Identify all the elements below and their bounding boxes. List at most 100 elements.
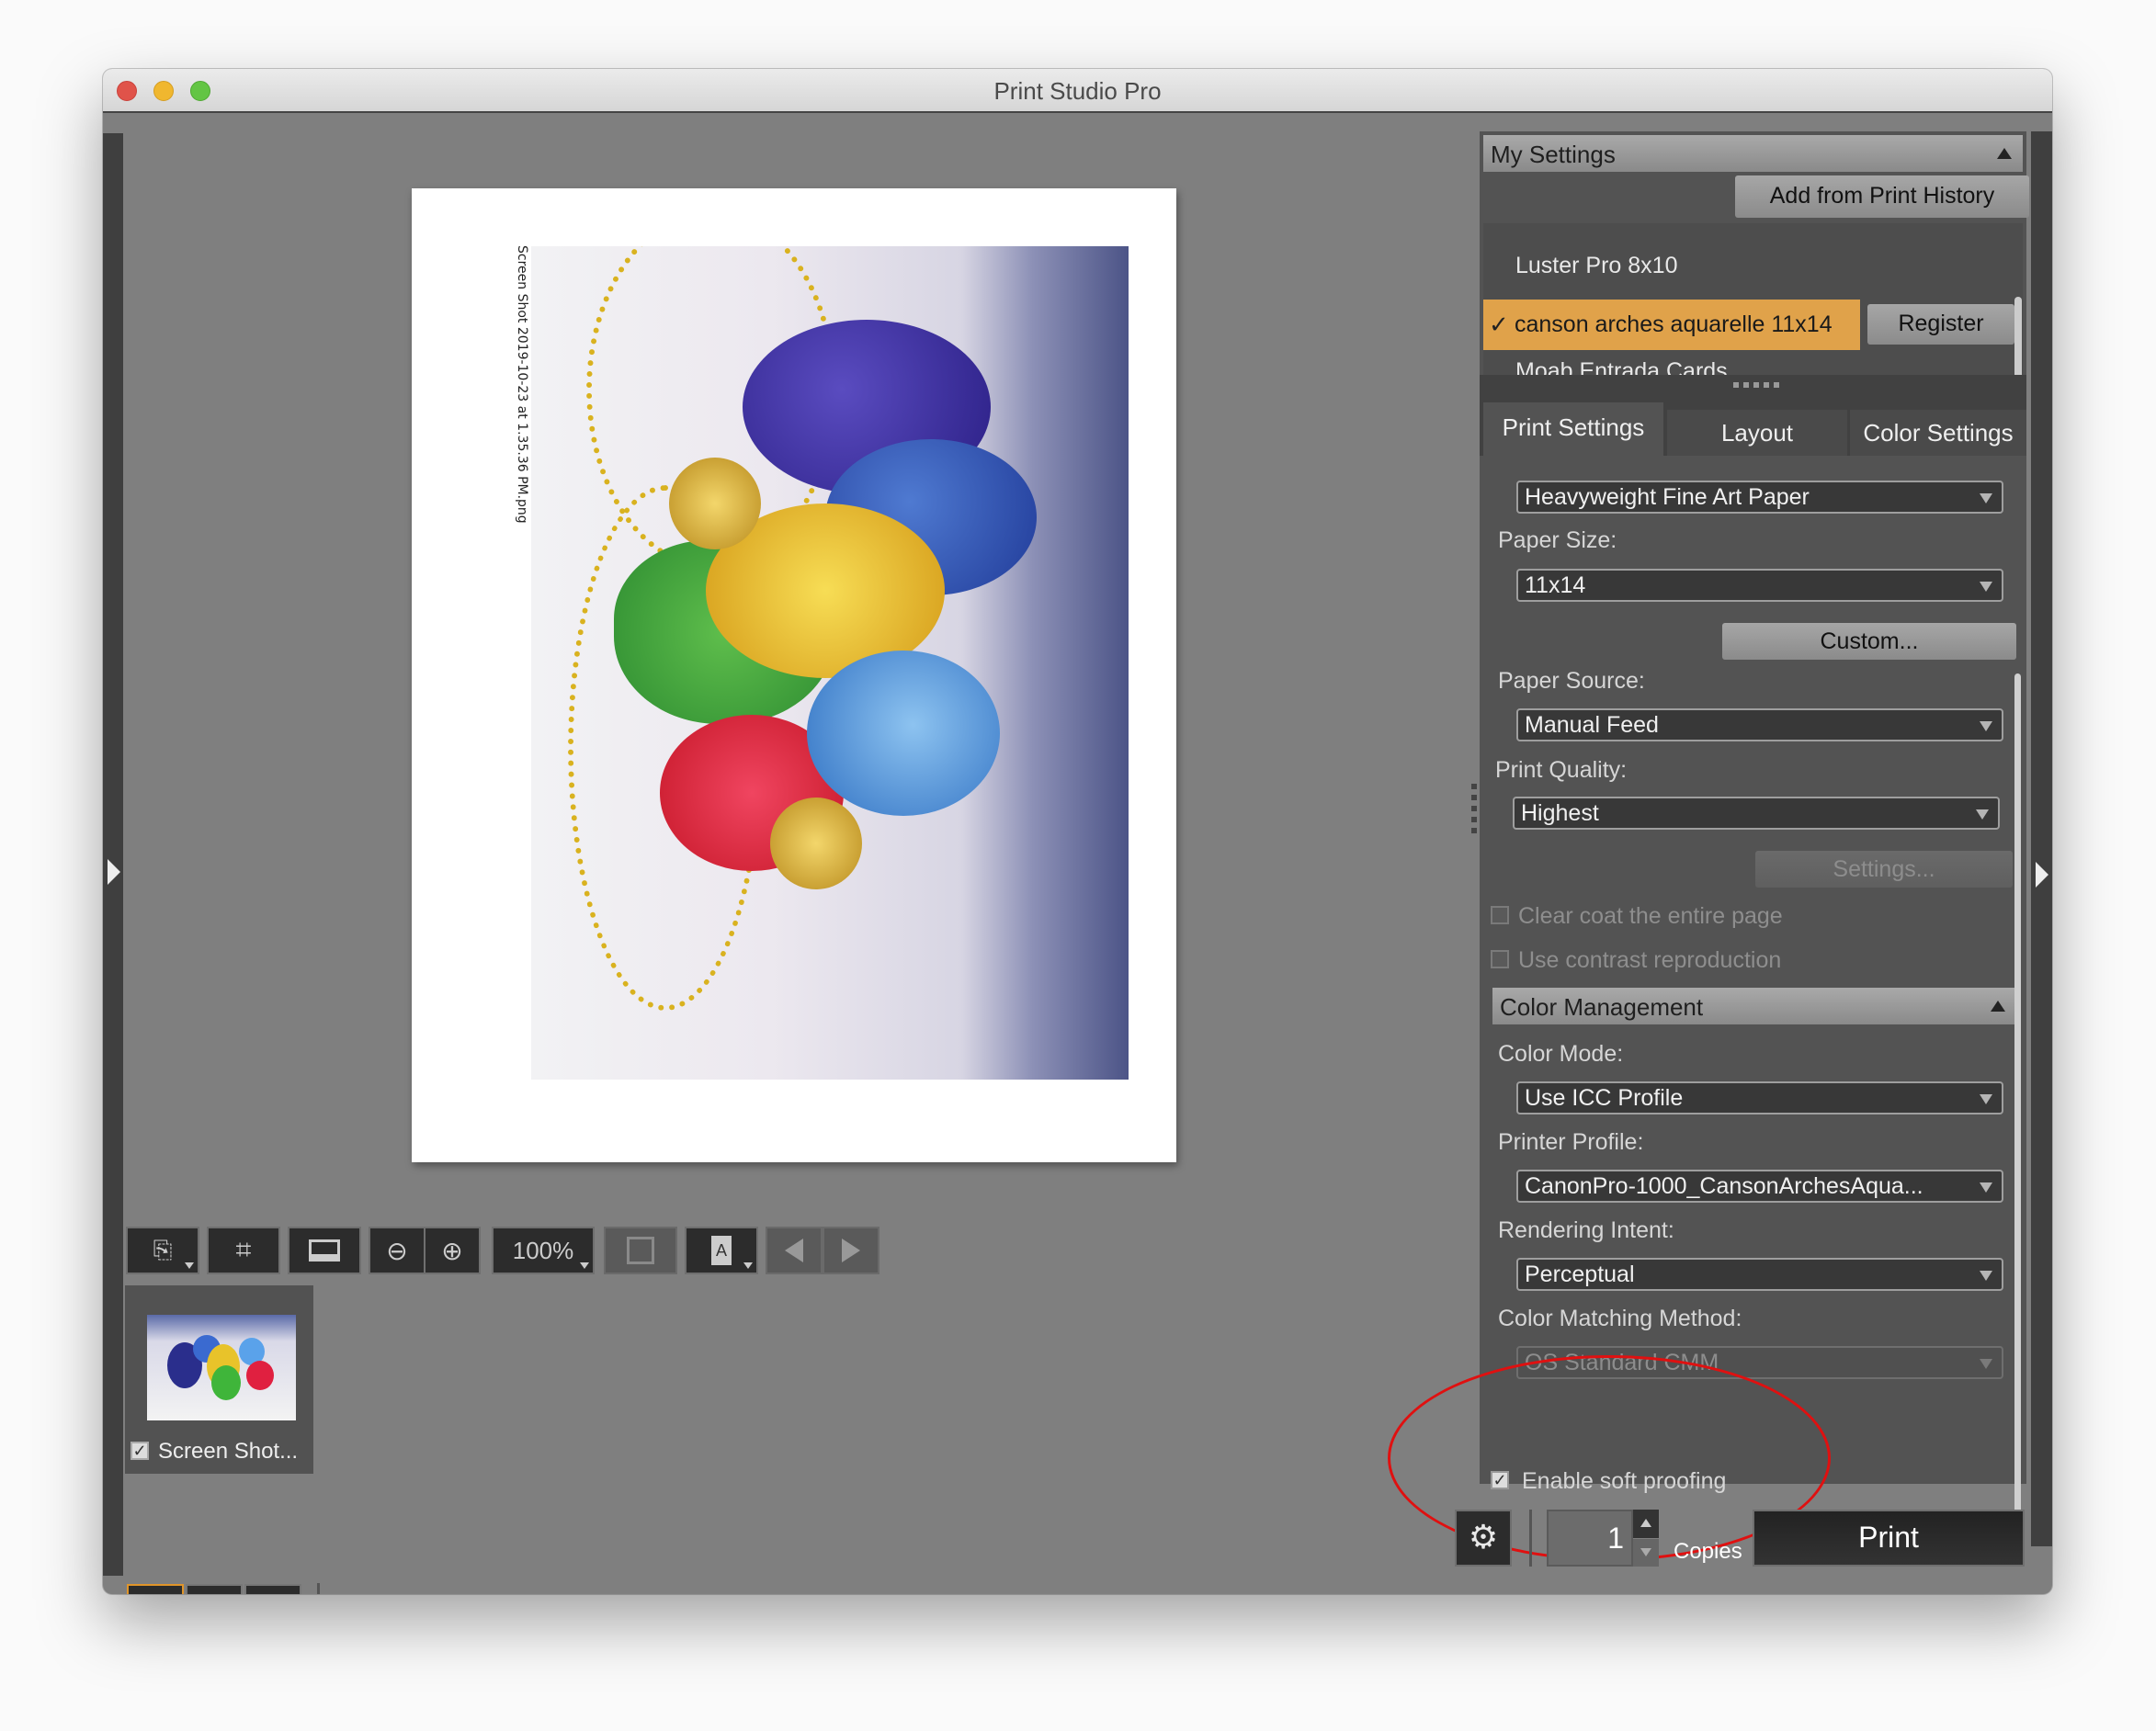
copies-decrement-button[interactable] — [1633, 1539, 1659, 1567]
rendering-intent-dropdown[interactable]: Perceptual — [1516, 1258, 2003, 1291]
color-management-title: Color Management — [1500, 993, 1704, 1021]
view-mode-bottom-button[interactable] — [127, 1584, 184, 1594]
dropdown-arrow-icon — [1980, 721, 1992, 731]
my-settings-list: Luster Pro 8x10 ✓ canson arches aquarell… — [1483, 223, 2023, 384]
printer-profile-label: Printer Profile: — [1498, 1129, 1644, 1155]
layout-settings-button[interactable] — [288, 1227, 361, 1274]
tab-color-settings[interactable]: Color Settings — [1850, 410, 2026, 456]
page-setup-button[interactable]: ⎘ — [126, 1227, 199, 1274]
printer-profile-dropdown[interactable]: CanonPro-1000_CansonArchesAqua... — [1516, 1170, 2003, 1203]
print-quality-dropdown[interactable]: Highest — [1513, 797, 2000, 830]
dropdown-arrow-icon — [1980, 1359, 1992, 1369]
color-mode-label: Color Mode: — [1498, 1041, 1624, 1067]
down-arrow-icon — [1640, 1548, 1651, 1556]
thumbnail-item[interactable]: ✓ Screen Shot... — [125, 1285, 313, 1474]
thumbnail-image — [147, 1315, 296, 1420]
fit-to-window-button[interactable] — [604, 1227, 677, 1274]
dropdown-arrow-icon — [1980, 582, 1992, 592]
settings-scrollbar[interactable] — [2014, 673, 2021, 1546]
dropdown-arrow-icon — [580, 1262, 589, 1269]
collapse-arrow-icon[interactable] — [1997, 148, 2012, 159]
list-scrollbar[interactable] — [2014, 297, 2022, 379]
dropdown-arrow-icon — [185, 1262, 194, 1269]
my-settings-title: My Settings — [1491, 141, 1616, 168]
tab-layout[interactable]: Layout — [1667, 410, 1847, 456]
dropdown-arrow-icon — [1980, 1182, 1992, 1193]
text-stamp-icon: A — [711, 1236, 732, 1265]
list-resize-handle[interactable] — [1480, 375, 2026, 402]
settings-list-item[interactable]: Luster Pro 8x10 — [1515, 253, 1678, 279]
thumbnail-label: Screen Shot... — [158, 1439, 299, 1464]
copies-input[interactable]: 1 — [1547, 1510, 1633, 1567]
zoom-level-value: 100% — [512, 1236, 574, 1264]
custom-paper-size-button[interactable]: Custom... — [1722, 623, 2016, 660]
layout-settings-icon — [309, 1239, 340, 1261]
zoom-out-button[interactable]: ⊖ — [369, 1227, 426, 1274]
tab-print-settings[interactable]: Print Settings — [1483, 402, 1663, 456]
media-type-dropdown[interactable]: Heavyweight Fine Art Paper — [1516, 481, 2003, 514]
expand-right-panel-icon[interactable] — [2036, 862, 2048, 888]
small-gold-ornament — [770, 798, 862, 889]
color-matching-method-label: Color Matching Method: — [1498, 1306, 1742, 1331]
collapse-arrow-icon[interactable] — [1991, 1001, 2005, 1012]
zoom-out-icon: ⊖ — [386, 1236, 408, 1265]
toolbar-divider — [317, 1583, 320, 1594]
page-preview[interactable]: Screen Shot 2019-10-23 at 1.35.36 PM.png — [412, 188, 1176, 1162]
dropdown-arrow-icon — [1976, 809, 1989, 820]
settings-panel: My Settings Add from Print History Luste… — [1480, 131, 2029, 1546]
register-button[interactable]: Register — [1867, 304, 2014, 345]
color-mode-dropdown[interactable]: Use ICC Profile — [1516, 1081, 2003, 1114]
right-panel-strip[interactable] — [2031, 131, 2052, 1546]
paper-source-dropdown[interactable]: Manual Feed — [1516, 708, 2003, 741]
left-panel-strip[interactable] — [103, 133, 123, 1576]
crop-button[interactable]: ⌗ — [207, 1227, 280, 1274]
panel-splitter-handle[interactable] — [1471, 784, 1477, 835]
previous-page-icon — [785, 1239, 803, 1262]
my-settings-header[interactable]: My Settings — [1483, 135, 2023, 172]
contrast-reproduction-label: Use contrast reproduction — [1518, 947, 1782, 973]
light-blue-ornament — [807, 651, 1000, 816]
crop-icon: ⌗ — [235, 1235, 252, 1265]
footer-divider — [1529, 1510, 1532, 1567]
print-quality-label: Print Quality: — [1495, 757, 1628, 783]
view-mode-left-button[interactable] — [186, 1584, 243, 1594]
clear-coat-checkbox[interactable] — [1491, 906, 1509, 924]
print-image[interactable] — [531, 246, 1129, 1080]
page-filename-caption: Screen Shot 2019-10-23 at 1.35.36 PM.png — [515, 245, 529, 524]
up-arrow-icon — [1640, 1519, 1651, 1527]
quality-settings-button[interactable]: Settings... — [1755, 851, 2013, 888]
small-gold-ornament — [669, 458, 761, 549]
window-title: Print Studio Pro — [993, 77, 1162, 105]
dropdown-arrow-icon — [743, 1262, 753, 1269]
thumbnail-checkbox[interactable]: ✓ — [130, 1442, 149, 1460]
zoom-in-icon: ⊕ — [441, 1236, 463, 1265]
paper-size-label: Paper Size: — [1498, 527, 1617, 553]
dropdown-arrow-icon — [1980, 1094, 1992, 1104]
color-management-header[interactable]: Color Management — [1492, 988, 2016, 1024]
text-stamp-button[interactable]: A — [685, 1227, 758, 1274]
view-mode-right-button[interactable] — [244, 1584, 301, 1594]
print-button[interactable]: Print — [1753, 1510, 2025, 1567]
expand-left-panel-icon[interactable] — [108, 859, 120, 885]
clear-coat-label: Clear coat the entire page — [1518, 903, 1783, 929]
printer-settings-button[interactable]: ⚙ — [1455, 1510, 1512, 1567]
zoom-level-dropdown[interactable]: 100% — [492, 1227, 595, 1274]
next-page-icon — [842, 1239, 860, 1262]
add-from-print-history-button[interactable]: Add from Print History — [1735, 175, 2029, 218]
paper-size-dropdown[interactable]: 11x14 — [1516, 569, 2003, 602]
paper-source-label: Paper Source: — [1498, 668, 1645, 694]
next-page-button[interactable] — [823, 1227, 879, 1274]
previous-page-button[interactable] — [766, 1227, 823, 1274]
contrast-reproduction-checkbox[interactable] — [1491, 950, 1509, 968]
checkmark-icon: ✓ — [1489, 311, 1509, 338]
rendering-intent-label: Rendering Intent: — [1498, 1217, 1674, 1243]
title-bar: Print Studio Pro — [103, 69, 2052, 113]
copies-label: Copies — [1674, 1539, 1742, 1564]
gear-icon: ⚙ — [1468, 1518, 1499, 1556]
app-window: Print Studio Pro Screen Shot 2019-10-23 … — [103, 69, 2052, 1594]
zoom-in-button[interactable]: ⊕ — [424, 1227, 481, 1274]
settings-tabs: Print Settings Layout Color Settings — [1480, 402, 2026, 456]
dropdown-arrow-icon — [1980, 493, 1992, 503]
settings-list-item-selected[interactable]: ✓ canson arches aquarelle 11x14 — [1483, 300, 1860, 350]
copies-increment-button[interactable] — [1633, 1510, 1659, 1538]
